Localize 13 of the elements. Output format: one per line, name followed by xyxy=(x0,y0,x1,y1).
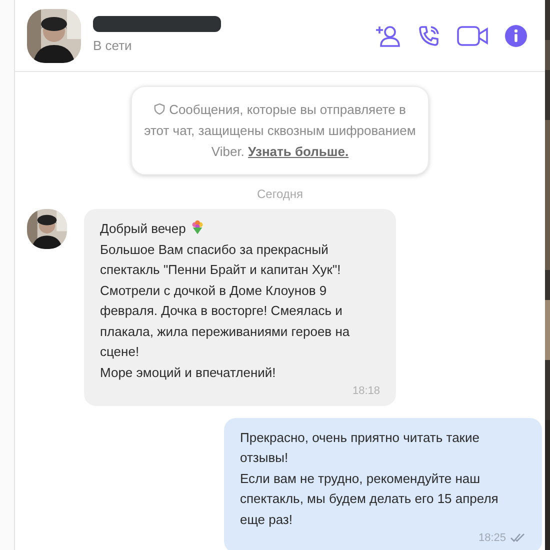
info-icon[interactable] xyxy=(505,24,527,46)
learn-more-link[interactable]: Узнать больше. xyxy=(248,144,349,159)
video-call-icon[interactable] xyxy=(457,24,489,46)
shield-icon xyxy=(154,103,166,115)
message-time: 18:25 xyxy=(478,531,506,546)
message-text: Прекрасно, очень приятно читать такие отзывы! Если вам не трудно, рекомендуйте наш спектакль, мы будем делать его 15 апреля еще раз! xyxy=(240,428,500,529)
date-divider: Сегодня xyxy=(257,186,303,203)
phone-icon[interactable] xyxy=(417,24,441,48)
message-text: Добрый вечер Большое Вам спасибо за прекрасный спектакль "Пенни Брайт и капитан Хук"! Смотрели с дочкой в Доме Клоунов 9 февраля. Дочка в восторге! Смеялась и плакала, жила переживаниями героев на сцене! Море эмоций и впечатлений! xyxy=(100,219,351,382)
add-contact-icon[interactable] xyxy=(375,24,401,48)
message-time: 18:18 xyxy=(352,384,380,399)
encryption-notice: Сообщения, которые вы отправляете в этот чат, защищены сквозным шифрованием Viber. Узнать больше. xyxy=(131,86,429,175)
contact-status: В сети xyxy=(93,36,133,55)
